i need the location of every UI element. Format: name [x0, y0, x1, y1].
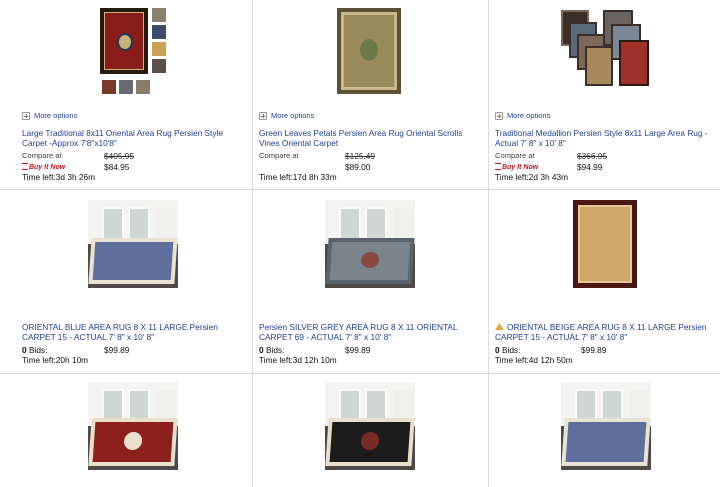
more-options-label: More options [507, 111, 551, 120]
search-results-grid: More options Large Traditional 8x11 Orie… [0, 0, 720, 487]
more-options-icon [259, 111, 267, 120]
listing-card[interactable]: More options Large Traditional 8x11 Orie… [0, 0, 252, 189]
listing-title[interactable]: ORIENTAL BEIGE AREA RUG 8 X 11 LARGE Per… [495, 322, 715, 342]
buy-it-now-icon [495, 163, 501, 170]
listing-image[interactable] [573, 200, 637, 288]
listing-card[interactable]: ORIENTAL BLUE AREA RUG 8 X 11 LARGE Pers… [0, 190, 252, 373]
listing-image[interactable] [325, 200, 415, 288]
listing-card[interactable]: Persien SILVER GREY AREA RUG 8 X 11 ORIE… [253, 190, 488, 373]
compare-label: Compare at [259, 151, 299, 160]
compare-price: $125.49 [345, 151, 375, 161]
more-options-label: More options [34, 111, 78, 120]
time-left: Time left:4d 12h 50m [495, 355, 573, 365]
more-options-icon [22, 111, 30, 120]
bids-count: 0 Bids: [259, 345, 285, 355]
listing-price: $99.89 [104, 345, 130, 355]
more-options-link[interactable]: More options [495, 111, 550, 120]
buy-it-now-icon [22, 163, 28, 170]
bids-count: 0 Bids: [495, 345, 521, 355]
more-options-icon [495, 111, 503, 120]
compare-price: $366.95 [577, 151, 607, 161]
listing-price: $94.99 [577, 162, 603, 172]
listing-card[interactable]: More options Traditional Medallion Persi… [489, 0, 720, 189]
buy-it-now-badge: Buy It Now [495, 162, 538, 171]
listing-image[interactable] [100, 8, 168, 96]
compare-label: Compare at [495, 151, 535, 160]
listing-image[interactable] [337, 8, 401, 94]
listing-card[interactable]: More options Green Leaves Petals Persien… [253, 0, 488, 189]
compare-label: Compare at [22, 151, 62, 160]
listing-image[interactable] [88, 200, 178, 288]
listing-image[interactable] [88, 382, 178, 470]
more-options-link[interactable]: More options [259, 111, 314, 120]
time-left: Time left:17d 8h 33m [259, 172, 337, 182]
listing-card[interactable]: ORIENTAL BEIGE AREA RUG 8 X 11 LARGE Per… [489, 190, 720, 373]
listing-image[interactable] [325, 382, 415, 470]
time-left: Time left:3d 12h 10m [259, 355, 337, 365]
listing-price: $99.89 [581, 345, 607, 355]
listing-title[interactable]: Persien SILVER GREY AREA RUG 8 X 11 ORIE… [259, 322, 479, 342]
listing-title[interactable]: Traditional Medallion Persien Style 8x11… [495, 128, 715, 148]
listing-price: $84.95 [104, 162, 130, 172]
time-left: Time left:2d 3h 43m [495, 172, 569, 182]
listing-title[interactable]: ORIENTAL BLUE AREA RUG 8 X 11 LARGE Pers… [22, 322, 242, 342]
listing-price: $89.00 [345, 162, 371, 172]
warning-icon [495, 323, 504, 330]
listing-image[interactable] [561, 382, 651, 470]
buy-it-now-badge: Buy It Now [22, 162, 65, 171]
listing-title[interactable]: Green Leaves Petals Persien Area Rug Ori… [259, 128, 479, 148]
time-left: Time left:20h 10m [22, 355, 89, 365]
listing-image[interactable] [561, 10, 651, 90]
time-left: Time left:3d 3h 26m [22, 172, 96, 182]
more-options-link[interactable]: More options [22, 111, 77, 120]
listing-title[interactable]: Large Traditional 8x11 Oriental Area Rug… [22, 128, 242, 148]
listing-price: $99.89 [345, 345, 371, 355]
listing-card[interactable] [0, 374, 252, 487]
compare-price: $405.95 [104, 151, 134, 161]
listing-card[interactable] [253, 374, 488, 487]
bids-count: 0 Bids: [22, 345, 48, 355]
more-options-label: More options [271, 111, 315, 120]
listing-card[interactable] [489, 374, 720, 487]
